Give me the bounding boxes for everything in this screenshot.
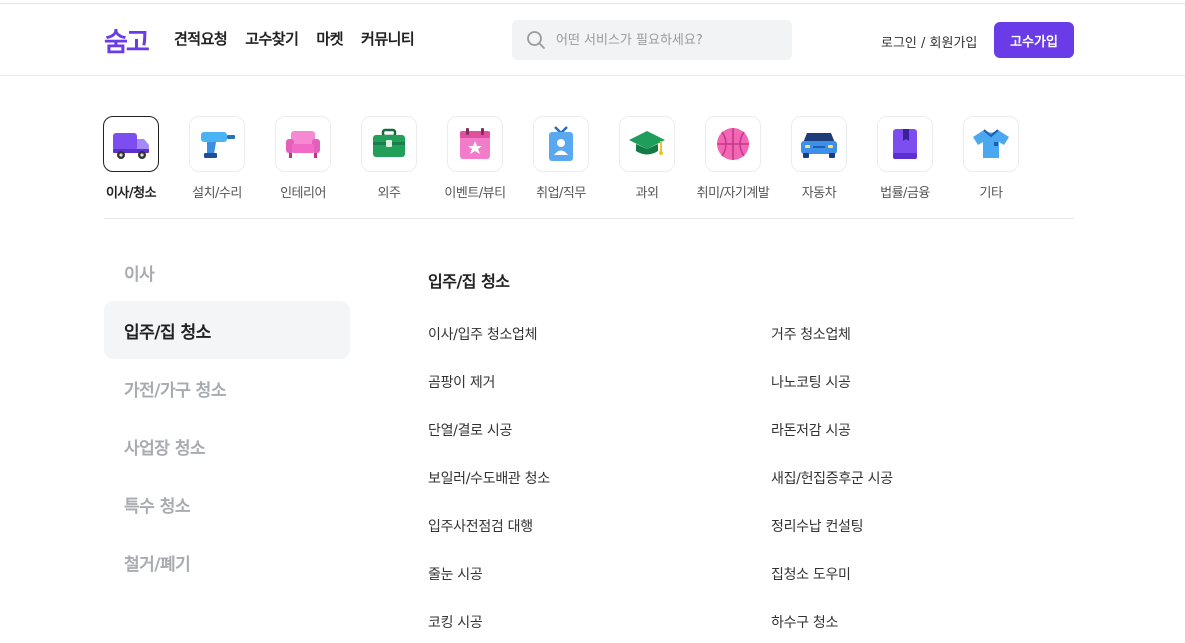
category-etc[interactable]: 기타 bbox=[948, 116, 1034, 201]
service-item[interactable]: 집청소 도우미 bbox=[771, 564, 851, 584]
nav-community[interactable]: 커뮤니티 bbox=[361, 28, 415, 49]
category-outsourcing[interactable]: 외주 bbox=[346, 116, 432, 201]
service-item[interactable]: 코킹 시공 bbox=[428, 612, 483, 632]
logo[interactable]: 숨고 bbox=[104, 22, 150, 59]
category-label: 취업/직무 bbox=[536, 186, 586, 201]
category-interior[interactable]: 인테리어 bbox=[260, 116, 346, 201]
category-label: 인테리어 bbox=[280, 186, 326, 201]
nav-find-pro[interactable]: 고수찾기 bbox=[245, 28, 299, 49]
category-tutoring[interactable]: 과외 bbox=[604, 116, 690, 201]
search-icon bbox=[527, 31, 545, 49]
category-car[interactable]: 자동차 bbox=[776, 116, 862, 201]
sidebar-item-home-cleaning[interactable]: 입주/집 청소 bbox=[104, 301, 350, 359]
basketball-icon bbox=[717, 128, 749, 160]
calendar-star-icon bbox=[460, 128, 490, 159]
truck-icon bbox=[113, 133, 149, 159]
sidebar-item-demolition[interactable]: 철거/폐기 bbox=[104, 533, 350, 591]
category-hobby[interactable]: 취미/자기계발 bbox=[690, 116, 776, 201]
search-bar[interactable] bbox=[512, 20, 792, 60]
briefcase-icon bbox=[373, 128, 405, 157]
sofa-icon bbox=[286, 131, 320, 158]
header: 숨고 견적요청 고수찾기 마켓 커뮤니티 로그인 / 회원가입 고수가입 bbox=[0, 4, 1185, 76]
category-label: 법률/금융 bbox=[880, 186, 930, 201]
service-item[interactable]: 라돈저감 시공 bbox=[771, 420, 851, 440]
category-label: 설치/수리 bbox=[192, 186, 242, 201]
category-divider bbox=[104, 218, 1074, 219]
service-item[interactable]: 새집/헌집증후군 시공 bbox=[771, 468, 893, 488]
category-career[interactable]: 취업/직무 bbox=[518, 116, 604, 201]
category-label: 자동차 bbox=[801, 186, 837, 201]
service-item[interactable]: 이사/입주 청소업체 bbox=[428, 324, 538, 344]
service-item[interactable]: 정리수납 컨설팅 bbox=[771, 516, 864, 536]
subcategory-sidebar: 이사 입주/집 청소 가전/가구 청소 사업장 청소 특수 청소 철거/폐기 bbox=[104, 243, 350, 591]
category-label: 기타 bbox=[979, 186, 1003, 201]
login-signup-link[interactable]: 로그인 / 회원가입 bbox=[881, 32, 977, 51]
sidebar-item-moving[interactable]: 이사 bbox=[104, 243, 350, 301]
book-icon bbox=[893, 129, 917, 159]
section-title: 입주/집 청소 bbox=[428, 272, 510, 291]
search-input[interactable] bbox=[556, 32, 776, 48]
service-item[interactable]: 하수구 청소 bbox=[771, 612, 838, 632]
main-nav: 견적요청 고수찾기 마켓 커뮤니티 bbox=[174, 28, 415, 49]
graduation-cap-icon bbox=[629, 131, 665, 155]
pro-join-button[interactable]: 고수가입 bbox=[994, 22, 1074, 58]
car-icon bbox=[801, 133, 837, 158]
shirt-icon bbox=[973, 129, 1009, 158]
category-label: 이사/청소 bbox=[105, 186, 157, 201]
sidebar-item-appliance-cleaning[interactable]: 가전/가구 청소 bbox=[104, 359, 350, 417]
id-badge-icon bbox=[549, 126, 573, 161]
sidebar-item-special-cleaning[interactable]: 특수 청소 bbox=[104, 475, 350, 533]
category-install-repair[interactable]: 설치/수리 bbox=[174, 116, 260, 201]
category-label: 외주 bbox=[377, 186, 401, 201]
service-item[interactable]: 곰팡이 제거 bbox=[428, 372, 495, 392]
service-item[interactable]: 거주 청소업체 bbox=[771, 324, 851, 344]
service-item[interactable]: 나노코팅 시공 bbox=[771, 372, 851, 392]
service-item[interactable]: 입주사전점검 대행 bbox=[428, 516, 533, 536]
service-item[interactable]: 줄눈 시공 bbox=[428, 564, 483, 584]
service-item[interactable]: 보일러/수도배관 청소 bbox=[428, 468, 550, 488]
category-label: 취미/자기계발 bbox=[696, 186, 770, 201]
sidebar-item-business-cleaning[interactable]: 사업장 청소 bbox=[104, 417, 350, 475]
category-moving-cleaning[interactable]: 이사/청소 bbox=[88, 116, 174, 201]
service-item[interactable]: 단열/결로 시공 bbox=[428, 420, 512, 440]
category-label: 이벤트/뷰티 bbox=[444, 186, 506, 201]
category-legal-finance[interactable]: 법률/금융 bbox=[862, 116, 948, 201]
nav-market[interactable]: 마켓 bbox=[316, 28, 343, 49]
drill-icon bbox=[201, 132, 235, 158]
nav-quote-request[interactable]: 견적요청 bbox=[174, 28, 228, 49]
category-label: 과외 bbox=[635, 186, 659, 201]
category-event-beauty[interactable]: 이벤트/뷰티 bbox=[432, 116, 518, 201]
